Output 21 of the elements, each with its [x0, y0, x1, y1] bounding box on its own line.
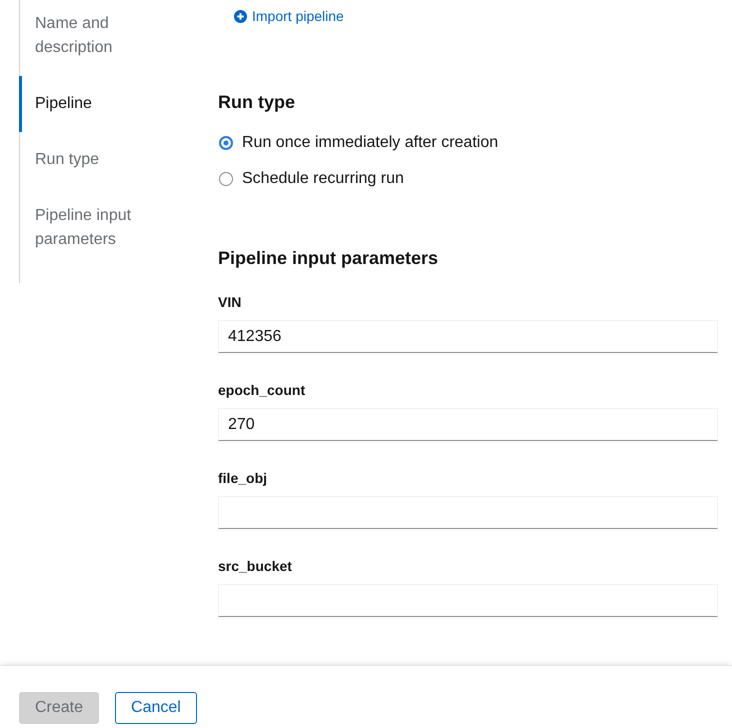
- sidebar-item[interactable]: Run type: [19, 132, 169, 188]
- radio-label[interactable]: Schedule recurring run: [242, 167, 404, 191]
- text-field[interactable]: [218, 496, 718, 529]
- sidebar-item[interactable]: Pipeline: [19, 76, 169, 132]
- radio-button[interactable]: [219, 136, 233, 150]
- field-label: epoch_count: [218, 381, 306, 400]
- text-field[interactable]: [218, 584, 718, 617]
- import-link[interactable]: Import pipeline: [234, 6, 344, 27]
- sidebar-item[interactable]: Pipeline input parameters: [19, 188, 169, 268]
- cancel-button[interactable]: Cancel: [115, 692, 197, 724]
- text-field[interactable]: 412356: [218, 320, 718, 353]
- field-label: VIN: [218, 293, 242, 312]
- radio-label[interactable]: Run once immediately after creation: [242, 131, 498, 155]
- plus-circle-icon: [234, 10, 247, 23]
- section-heading: Run type: [218, 91, 296, 114]
- sidebar-item[interactable]: Name and description: [19, 0, 169, 76]
- field-label: file_obj: [218, 469, 268, 488]
- section-heading: Pipeline input parameters: [218, 247, 440, 270]
- radio-button[interactable]: [219, 172, 233, 186]
- field-label: src_bucket: [218, 557, 293, 576]
- text-field[interactable]: 270: [218, 408, 718, 441]
